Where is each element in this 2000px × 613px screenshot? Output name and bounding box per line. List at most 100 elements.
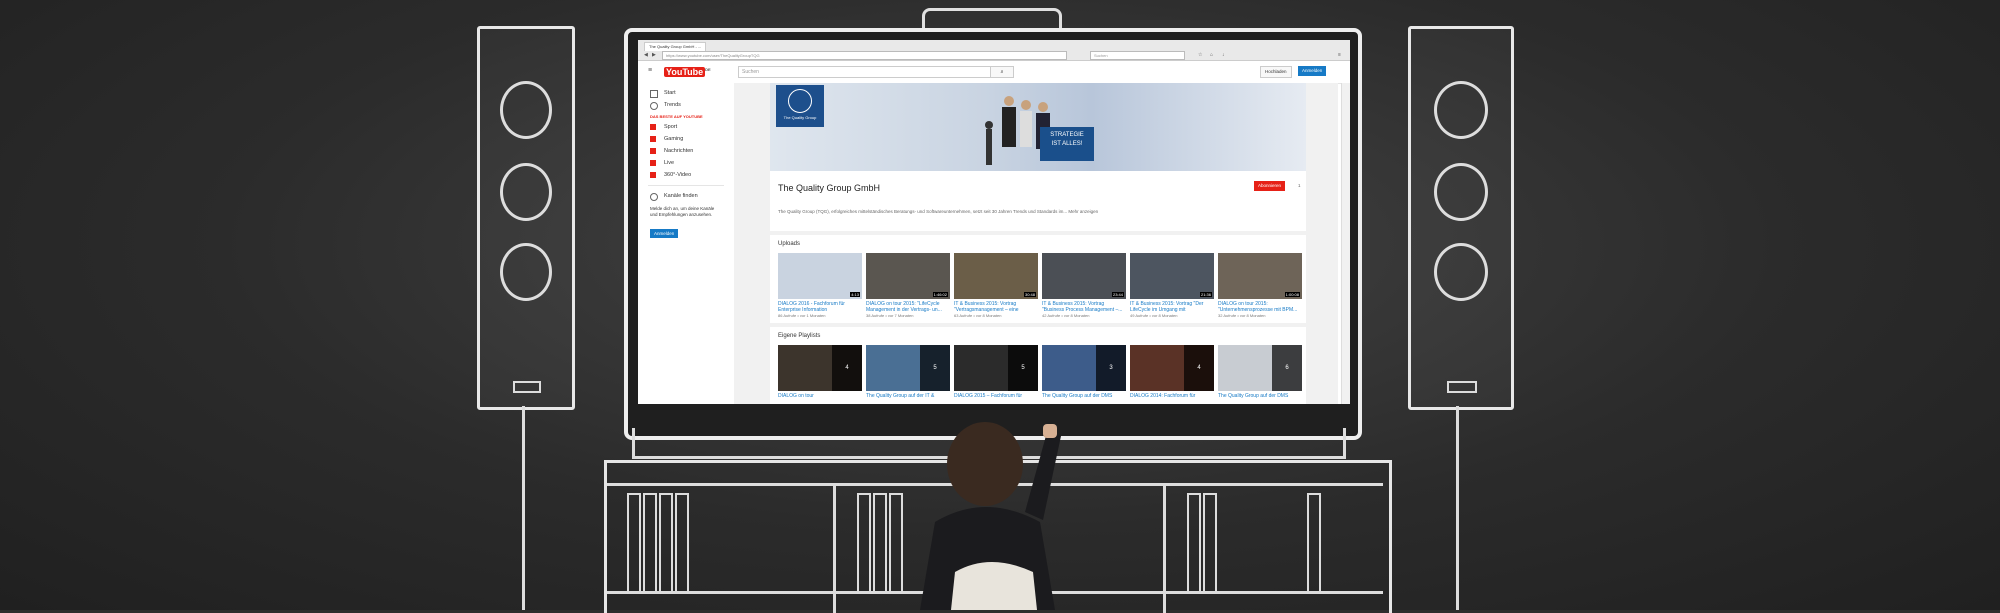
news-icon (650, 148, 656, 154)
playlist-thumbnail[interactable]: 3 (1042, 345, 1126, 391)
playlist-card[interactable]: 4 DIALOG on tour (778, 345, 862, 404)
video-title[interactable]: IT & Business 2015: Vortrag "Vertragsman… (954, 301, 1038, 313)
playlist-title[interactable]: DIALOG 2014: Fachforum für (1130, 393, 1214, 404)
playlists-title[interactable]: Eigene Playlists (778, 333, 820, 339)
gaming-icon (650, 136, 656, 142)
video-thumbnail[interactable]: 30:48 (954, 253, 1038, 299)
video-title[interactable]: IT & Business 2015: Vortrag "Business Pr… (1042, 301, 1126, 313)
video-meta: 38 Aufrufe • vor 7 Monaten (866, 313, 914, 318)
video-card[interactable]: 21:36 IT & Business 2015: Vortrag "Der L… (1130, 253, 1214, 318)
channel-header: The Quality Group GmbH Abonnieren 1 The … (770, 171, 1306, 231)
scrollbar[interactable] (1341, 83, 1350, 404)
playlist-title[interactable]: The Quality Group auf der IT & (866, 393, 950, 404)
channel-logo-text: The Quality Group (783, 115, 817, 120)
book (873, 493, 887, 593)
channel-logo[interactable]: The Quality Group (776, 85, 824, 127)
video-card[interactable]: 30:48 IT & Business 2015: Vortrag "Vertr… (954, 253, 1038, 318)
sidebar-item-sport[interactable]: Sport (638, 121, 734, 133)
speaker-cone (500, 81, 552, 139)
forward-icon[interactable]: ▶ (652, 52, 656, 58)
address-bar[interactable]: https://www.youtube.com/user/TheQualityG… (662, 51, 1067, 60)
banner-tagline-line-1: STRATEGIE (1050, 132, 1084, 138)
subscribe-button[interactable]: Abonnieren (1254, 181, 1286, 191)
video-card[interactable]: 23:44 IT & Business 2015: Vortrag "Busin… (1042, 253, 1126, 318)
sidebar-item-news[interactable]: Nachrichten (638, 145, 734, 157)
video-card[interactable]: 1:00:08 DIALOG on tour 2015: "Unternehme… (1218, 253, 1302, 318)
sidebar-signin-button[interactable]: Anmelden (650, 229, 679, 238)
sidebar-item-label: Sport (664, 124, 678, 130)
playlist-thumbnail[interactable]: 6 (1218, 345, 1302, 391)
download-icon[interactable]: ↓ (1222, 52, 1225, 58)
home-icon[interactable]: ⌂ (1210, 52, 1213, 58)
playlist-count: 6 (1272, 345, 1302, 391)
video-meta: 63 Aufrufe • vor 8 Monaten (954, 313, 1002, 318)
360-video-icon (650, 172, 656, 178)
sidebar-item-live[interactable]: Live (638, 157, 734, 169)
video-title[interactable]: DIALOG on tour 2015: "LifeCycle Manageme… (866, 301, 950, 313)
sidebar-item-start[interactable]: Start (638, 87, 734, 99)
video-duration: 30:48 (1023, 292, 1036, 297)
browser-window: The Quality Group GmbH - ... ◀ ▶ https:/… (638, 40, 1350, 404)
video-thumbnail[interactable]: 4:13 (778, 253, 862, 299)
banner-tagline-line-2: IST ALLES! (1051, 141, 1083, 147)
sidebar-item-gaming[interactable]: Gaming (638, 133, 734, 145)
book (1203, 493, 1217, 593)
youtube-logo[interactable]: YouTube DE (664, 67, 711, 77)
playlist-card[interactable]: 5 DIALOG 2015 – Fachforum für (954, 345, 1038, 404)
search-icon[interactable]: ⌕ (990, 66, 1014, 78)
playlist-thumbnail[interactable]: 5 (954, 345, 1038, 391)
speaker-cone (500, 163, 552, 221)
subscriber-count: 1 (1298, 183, 1301, 188)
hamburger-icon[interactable]: ≡ (648, 67, 652, 74)
playlist-thumbnail[interactable]: 4 (778, 345, 862, 391)
playlist-count: 5 (920, 345, 950, 391)
sidebar-item-label: Kanäle finden (664, 193, 698, 199)
speaker-cone (500, 243, 552, 301)
playlist-thumbnail[interactable]: 4 (1130, 345, 1214, 391)
video-thumbnail[interactable]: 1:00:08 (1218, 253, 1302, 299)
video-title[interactable]: DIALOG 2016 - Fachforum für Enterprise I… (778, 301, 862, 313)
sidebar-item-browse-channels[interactable]: Kanäle finden (638, 190, 734, 202)
playlist-thumbnail[interactable]: 5 (866, 345, 950, 391)
back-icon[interactable]: ◀ (644, 52, 648, 58)
video-card[interactable]: 1:46:02 DIALOG on tour 2015: "LifeCycle … (866, 253, 950, 318)
speaker-port (1447, 381, 1477, 393)
playlist-card[interactable]: 6 The Quality Group auf der DMS (1218, 345, 1302, 404)
youtube-logo-text: YouTube (664, 67, 706, 77)
menu-icon[interactable]: ≡ (1338, 52, 1341, 58)
book (1307, 493, 1321, 593)
video-thumbnail[interactable]: 21:36 (1130, 253, 1214, 299)
video-duration: 1:46:02 (932, 292, 948, 297)
video-thumbnail[interactable]: 23:44 (1042, 253, 1126, 299)
sidebar-item-trends[interactable]: Trends (638, 99, 734, 111)
bookmark-icon[interactable]: ☆ (1198, 52, 1202, 58)
playlist-title[interactable]: DIALOG 2015 – Fachforum für (954, 393, 1038, 404)
video-thumbnail[interactable]: 1:46:02 (866, 253, 950, 299)
playlist-title[interactable]: DIALOG on tour (778, 393, 862, 404)
video-meta: 32 Aufrufe • vor 8 Monaten (1218, 313, 1266, 318)
browser-search-input[interactable]: Suchen (1090, 51, 1185, 60)
playlist-card[interactable]: 5 The Quality Group auf der IT & (866, 345, 950, 404)
playlist-card[interactable]: 4 DIALOG 2014: Fachforum für (1130, 345, 1214, 404)
playlist-count: 5 (1008, 345, 1038, 391)
signin-button[interactable]: Anmelden (1298, 66, 1327, 76)
video-duration: 1:00:08 (1284, 292, 1300, 297)
playlist-card[interactable]: 3 The Quality Group auf der DMS (1042, 345, 1126, 404)
banner-tagline: STRATEGIE IST ALLES! (1040, 127, 1094, 161)
video-duration: 23:44 (1111, 292, 1124, 297)
video-title[interactable]: DIALOG on tour 2015: "Unternehmensprozes… (1218, 301, 1302, 313)
playlist-title[interactable]: The Quality Group auf der DMS (1218, 393, 1302, 404)
person-silhouette (920, 422, 1061, 610)
upload-button[interactable]: Hochladen (1260, 66, 1292, 78)
channel-name[interactable]: The Quality Group GmbH (778, 183, 880, 193)
browser-tab[interactable]: The Quality Group GmbH - ... (644, 42, 706, 51)
right-speaker-stand (1456, 406, 1459, 610)
speaker-cone (1434, 81, 1488, 139)
sidebar-item-360-video[interactable]: 360°-Video (638, 169, 734, 181)
youtube-logo-region: DE (705, 67, 711, 72)
video-title[interactable]: IT & Business 2015: Vortrag "Der LifeCyc… (1130, 301, 1214, 313)
uploads-title[interactable]: Uploads (778, 241, 800, 247)
youtube-search-input[interactable]: Suchen (738, 66, 991, 78)
video-card[interactable]: 4:13 DIALOG 2016 - Fachforum für Enterpr… (778, 253, 862, 318)
playlist-title[interactable]: The Quality Group auf der DMS (1042, 393, 1126, 404)
